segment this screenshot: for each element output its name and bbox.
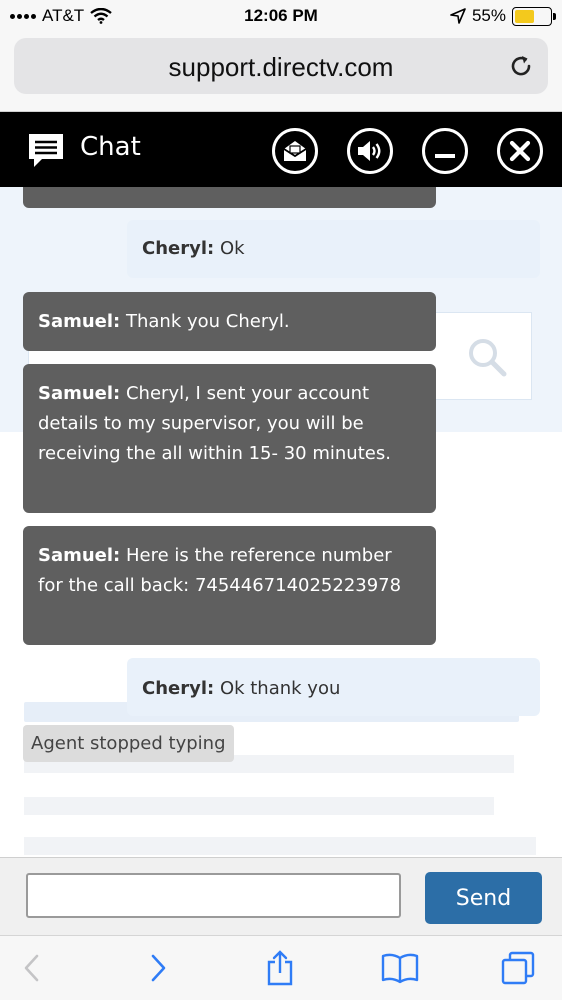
url-text[interactable]: support.directv.com: [14, 52, 548, 83]
chat-bubble-icon: [29, 134, 63, 167]
forward-chevron-icon: [151, 954, 166, 982]
message-sender: Cheryl:: [142, 678, 215, 699]
battery-icon: [512, 6, 556, 26]
sound-icon: [358, 141, 381, 161]
address-bar[interactable]: support.directv.com: [14, 38, 548, 94]
book-icon: [381, 953, 419, 984]
message-sender: Cheryl:: [142, 238, 215, 259]
chat-message-input[interactable]: [26, 873, 401, 918]
browser-toolbar: [0, 935, 562, 1000]
back-chevron-icon: [24, 954, 39, 982]
email-transcript-icon: [283, 141, 307, 161]
tabs-button[interactable]: [500, 950, 536, 986]
back-button[interactable]: [14, 950, 50, 986]
previous-message-bubble: [23, 187, 436, 208]
reload-icon[interactable]: [508, 53, 534, 79]
chat-message-agent: Samuel: Thank you Cheryl.: [23, 292, 436, 351]
chat-header: Chat: [0, 112, 562, 187]
battery-fill: [515, 9, 534, 23]
tabs-icon: [501, 951, 535, 985]
battery-percent: 55%: [471, 6, 506, 25]
background-search-icon: [469, 339, 507, 377]
status-right: 55%: [450, 6, 556, 26]
background-line: [24, 837, 536, 855]
forward-button[interactable]: [140, 950, 176, 986]
message-text: Ok: [214, 238, 245, 259]
bookmarks-button[interactable]: [380, 950, 420, 986]
chat-message-user: Cheryl: Ok: [127, 220, 540, 278]
browser-address-area: support.directv.com: [0, 34, 562, 112]
chat-input-row: Send: [0, 857, 562, 935]
background-line: [24, 797, 494, 815]
send-button[interactable]: Send: [425, 872, 542, 924]
share-icon: [267, 950, 293, 986]
close-icon: [509, 140, 531, 162]
chat-message-agent: Samuel: Here is the reference number for…: [23, 526, 436, 645]
chat-message-user: Cheryl: Ok thank you: [127, 658, 540, 716]
message-sender: Samuel:: [38, 545, 121, 566]
email-transcript-button[interactable]: [272, 128, 318, 174]
typing-status: Agent stopped typing: [23, 725, 234, 762]
minimize-button[interactable]: [422, 128, 468, 174]
close-chat-button[interactable]: [497, 128, 543, 174]
message-text: Ok thank you: [214, 678, 341, 699]
minimize-icon: [435, 154, 455, 158]
message-text: Thank you Cheryl.: [120, 311, 290, 332]
chat-message-agent: Samuel: Cheryl, I sent your account deta…: [23, 364, 436, 513]
share-button[interactable]: [262, 950, 298, 986]
location-arrow-icon: [450, 8, 466, 24]
sound-toggle-button[interactable]: [347, 128, 393, 174]
chat-title: Chat: [80, 132, 141, 162]
message-sender: Samuel:: [38, 311, 121, 332]
status-bar: AT&T 12:06 PM 55%: [0, 0, 562, 34]
message-sender: Samuel:: [38, 383, 121, 404]
